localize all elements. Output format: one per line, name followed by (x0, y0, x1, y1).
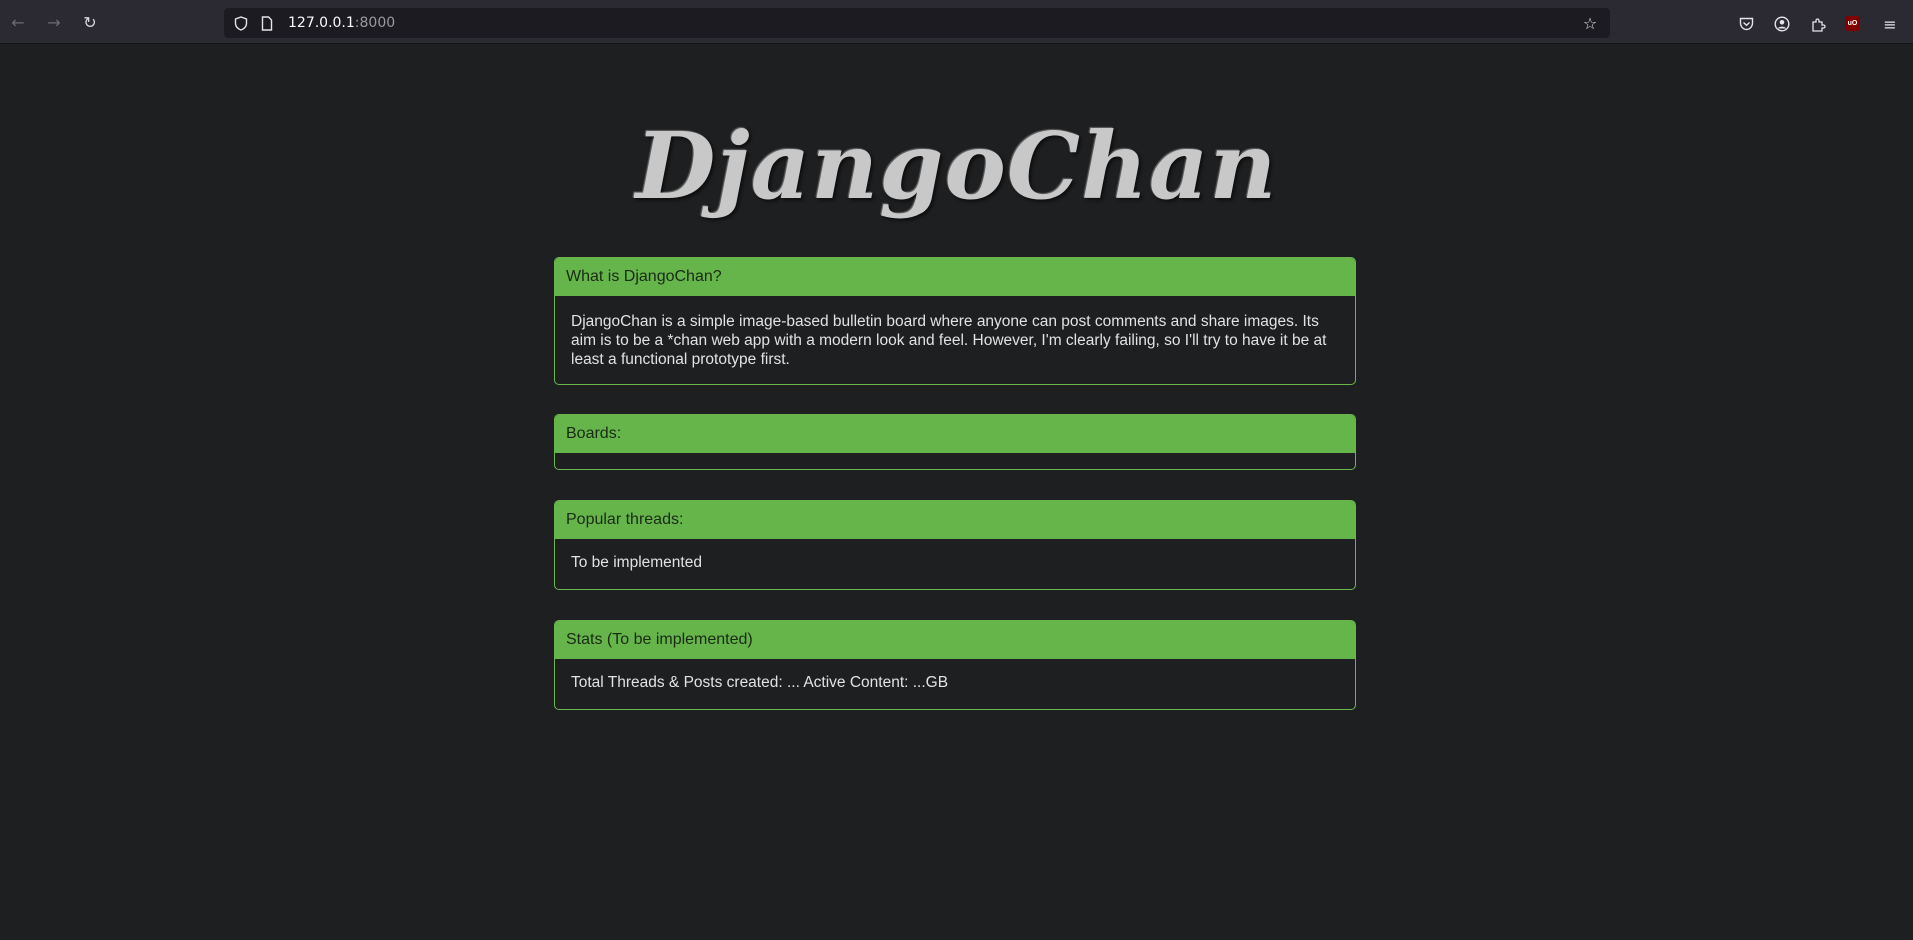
site-logo: DjangoChan (635, 112, 1278, 220)
panel-popular-threads: Popular threads: To be implemented (554, 500, 1356, 590)
ublock-icon[interactable]: uO (1845, 16, 1860, 31)
panel-stats: Stats (To be implemented) Total Threads … (554, 620, 1356, 710)
url-text[interactable]: 127.0.0.1:8000 (288, 15, 395, 31)
panel-boards-title: Boards: (555, 415, 1355, 453)
puzzle-icon[interactable] (1808, 14, 1828, 34)
browser-toolbar: ← → ↻ 127.0.0.1:8000 ☆ uO ≡ (0, 4, 1913, 44)
reload-icon[interactable]: ↻ (80, 12, 100, 32)
shield-icon[interactable] (232, 14, 250, 32)
panel-stats-body: Total Threads & Posts created: ... Activ… (571, 674, 949, 691)
pocket-icon[interactable] (1736, 14, 1756, 34)
panel-stats-title: Stats (To be implemented) (555, 621, 1355, 659)
url-port: :8000 (354, 15, 396, 31)
url-bar[interactable]: 127.0.0.1:8000 ☆ (224, 8, 1610, 38)
arrow-right-icon[interactable]: → (44, 12, 64, 32)
account-icon[interactable] (1772, 14, 1792, 34)
page-icon[interactable] (258, 14, 276, 32)
panel-boards-body (555, 453, 1355, 466)
url-host: 127.0.0.1 (288, 15, 355, 31)
panel-about-body: DjangoChan is a simple image-based bulle… (571, 313, 1327, 368)
arrow-left-icon[interactable]: ← (8, 12, 28, 32)
hamburger-menu-icon[interactable]: ≡ (1880, 14, 1900, 34)
star-icon[interactable]: ☆ (1581, 14, 1599, 33)
panel-about: What is DjangoChan? DjangoChan is a simp… (554, 257, 1356, 385)
panel-popular-threads-body: To be implemented (571, 554, 702, 571)
panel-popular-threads-title: Popular threads: (555, 501, 1355, 539)
panel-about-title: What is DjangoChan? (555, 258, 1355, 296)
panel-boards: Boards: (554, 414, 1356, 470)
